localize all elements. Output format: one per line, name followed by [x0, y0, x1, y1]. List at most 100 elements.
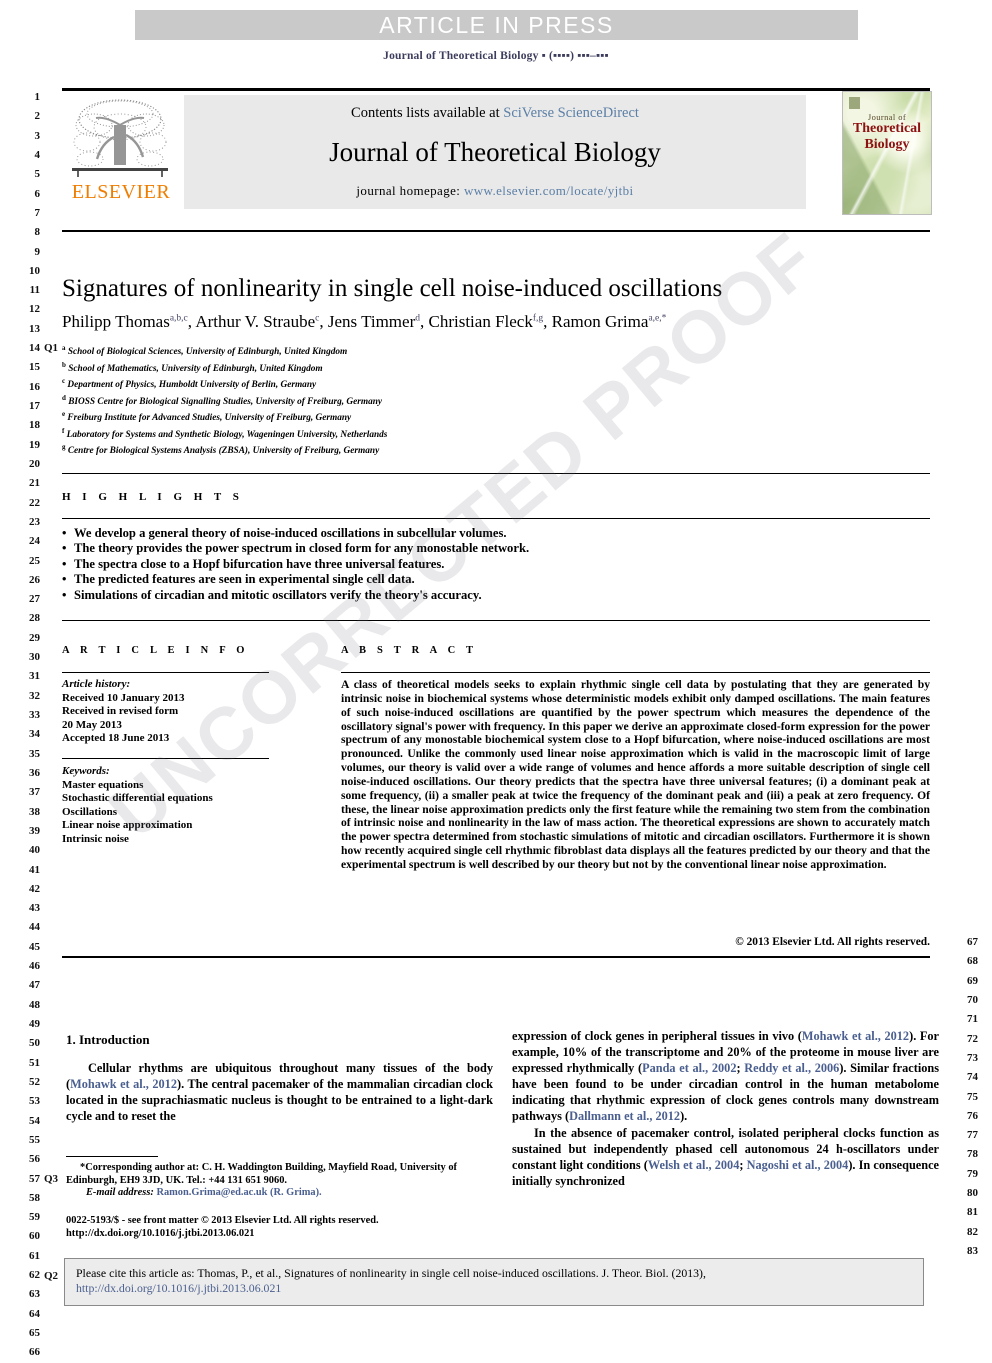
affiliation-text: Freiburg Institute for Advanced Studies,… — [65, 413, 352, 424]
line-number: 36 — [29, 766, 40, 779]
line-number: 31 — [29, 670, 40, 683]
keywords-block: Keywords: Master equations Stochastic diff… — [62, 765, 277, 847]
highlights-list: • We develop a general theory of noise-in… — [62, 526, 762, 603]
citation-reference[interactable]: Nagoshi et al., 2004 — [747, 1158, 849, 1172]
keywords-label: Keywords: — [62, 765, 110, 777]
highlight-text: We develop a general theory of noise-ind… — [74, 526, 507, 540]
affiliation-text: Department of Physics, Humboldt Universi… — [65, 380, 317, 391]
citation-reference[interactable]: Mohawk et al., 2012 — [70, 1077, 177, 1091]
article-history-label: Article history: — [62, 678, 131, 690]
masthead-body: ELSEVIER Contents lists available at Sci… — [62, 91, 932, 215]
cite-doi-link[interactable]: http://dx.doi.org/10.1016/j.jtbi.2013.06… — [76, 1281, 281, 1295]
article-history-item: 20 May 2013 — [62, 718, 122, 731]
line-number: 65 — [29, 1327, 40, 1339]
line-number: 16 — [29, 380, 40, 393]
highlight-text: Simulations of circadian and mitotic osc… — [74, 587, 482, 602]
citation-reference[interactable]: Welsh et al., 2004 — [648, 1158, 739, 1172]
line-number: 51 — [29, 1056, 40, 1069]
line-number: 27 — [29, 593, 40, 606]
line-number: 15 — [29, 361, 40, 374]
line-number: 56 — [29, 1153, 40, 1166]
query-mark-q2[interactable]: Q2 — [44, 1267, 58, 1286]
doi-line[interactable]: http://dx.doi.org/10.1016/j.jtbi.2013.06… — [66, 1228, 496, 1241]
abstract-bottom-rule — [62, 956, 930, 958]
citation-reference[interactable]: Reddy et al., 2006 — [744, 1061, 839, 1075]
abstract-text: A class of theoretical models seeks to e… — [341, 678, 930, 871]
line-number: 73 — [967, 1051, 978, 1064]
highlight-text: The spectra close to a Hopf bifurcation … — [74, 556, 445, 571]
line-number: 55 — [29, 1133, 40, 1146]
author-list: Philipp Thomasa,b,c, Arthur V. Straubec,… — [62, 312, 667, 331]
line-number: 14 — [29, 342, 40, 355]
citation-reference[interactable]: Panda et al., 2002 — [642, 1061, 736, 1075]
body-column-right: expression of clock genes in peripheral … — [512, 1028, 939, 1189]
line-number: 29 — [29, 631, 40, 644]
line-number: 57 — [29, 1172, 40, 1185]
article-info-heading: A R T I C L E I N F O — [62, 645, 249, 656]
keyword-item: Intrinsic noise — [62, 832, 129, 845]
citation-reference[interactable]: Dallmann et al., 2012 — [569, 1109, 680, 1123]
bullet-icon: • — [62, 587, 67, 602]
abstract-heading: A B S T R A C T — [341, 645, 478, 656]
line-number: 70 — [967, 993, 978, 1006]
corresponding-author-line: *Corresponding author at: C. H. Waddingt… — [66, 1162, 458, 1186]
citation-reference[interactable]: Mohawk et al., 2012 — [802, 1029, 909, 1043]
line-number: 78 — [967, 1148, 978, 1161]
journal-cover-thumbnail: Journal of Theoretical Biology — [842, 91, 932, 215]
article-history-item: Accepted 18 June 2013 — [62, 732, 170, 745]
line-number: 20 — [29, 457, 40, 470]
highlight-text: The predicted features are seen in exper… — [74, 572, 415, 587]
author-name: Arthur V. Straube — [195, 312, 316, 331]
affiliation-item: c Department of Physics, Humboldt Univer… — [62, 375, 662, 392]
line-number: 81 — [967, 1206, 978, 1219]
keyword-item: Linear noise approximation — [62, 819, 193, 832]
line-number: 9 — [34, 245, 41, 258]
bullet-icon: • — [62, 572, 67, 587]
highlights-heading: H I G H L I G H T S — [62, 491, 244, 503]
article-info-rule-2 — [62, 758, 269, 759]
homepage-prefix: journal homepage: — [356, 183, 464, 198]
line-number: 19 — [29, 438, 40, 451]
keyword-item: Stochastic differential equations — [62, 792, 213, 805]
line-number: 80 — [967, 1187, 978, 1200]
journal-homepage-link[interactable]: www.elsevier.com/locate/yjtbi — [464, 183, 634, 198]
keyword-item: Master equations — [62, 778, 144, 791]
line-number: 13 — [29, 322, 40, 335]
sciencedirect-link[interactable]: SciVerse ScienceDirect — [503, 105, 639, 121]
section-title: Introduction — [79, 1032, 150, 1047]
affiliation-text: BIOSS Centre for Biological Signalling S… — [65, 396, 383, 407]
title-separator-rule — [62, 230, 930, 232]
line-number: 62 — [29, 1269, 40, 1282]
line-number: 52 — [29, 1075, 40, 1088]
line-number: 38 — [29, 805, 40, 818]
line-number: 77 — [967, 1129, 978, 1142]
bullet-icon: • — [62, 556, 67, 571]
line-number: 54 — [29, 1114, 40, 1127]
article-page: UNCORRECTED PROOF ARTICLE IN PRESS Journ… — [0, 0, 992, 1358]
highlight-item: • We develop a general theory of noise-in… — [62, 526, 762, 541]
line-number: 72 — [967, 1032, 978, 1045]
cite-text: Please cite this article as: Thomas, P.,… — [76, 1266, 706, 1280]
email-label: E-mail address: — [86, 1187, 157, 1199]
line-number: 37 — [29, 786, 40, 799]
bullet-icon: • — [62, 526, 67, 540]
query-mark-q3[interactable]: Q3 — [44, 1170, 58, 1189]
line-number: 7 — [34, 206, 41, 219]
elsevier-logo: ELSEVIER — [62, 97, 180, 209]
line-number: 67 — [967, 936, 978, 948]
contents-prefix: Contents lists available at — [351, 105, 504, 121]
cover-texture — [843, 92, 931, 214]
line-number: 66 — [29, 1346, 40, 1359]
line-number: 53 — [29, 1095, 40, 1108]
email-line: E-mail address: Ramon.Grima@ed.ac.uk (R.… — [66, 1187, 486, 1200]
query-mark-q1[interactable]: Q1 — [44, 339, 58, 358]
line-number: 63 — [29, 1288, 40, 1301]
email-address-link[interactable]: Ramon.Grima@ed.ac.uk (R. Grima). — [156, 1187, 321, 1198]
author-affiliation-marker: d — [415, 313, 420, 324]
page-title: Signatures of nonlinearity in single cel… — [62, 275, 723, 302]
line-number: 25 — [29, 554, 40, 567]
line-number: 82 — [967, 1225, 978, 1238]
line-number: 68 — [967, 955, 978, 968]
line-number: 71 — [967, 1013, 978, 1026]
section-heading-introduction: 1. Introduction — [66, 1032, 150, 1048]
